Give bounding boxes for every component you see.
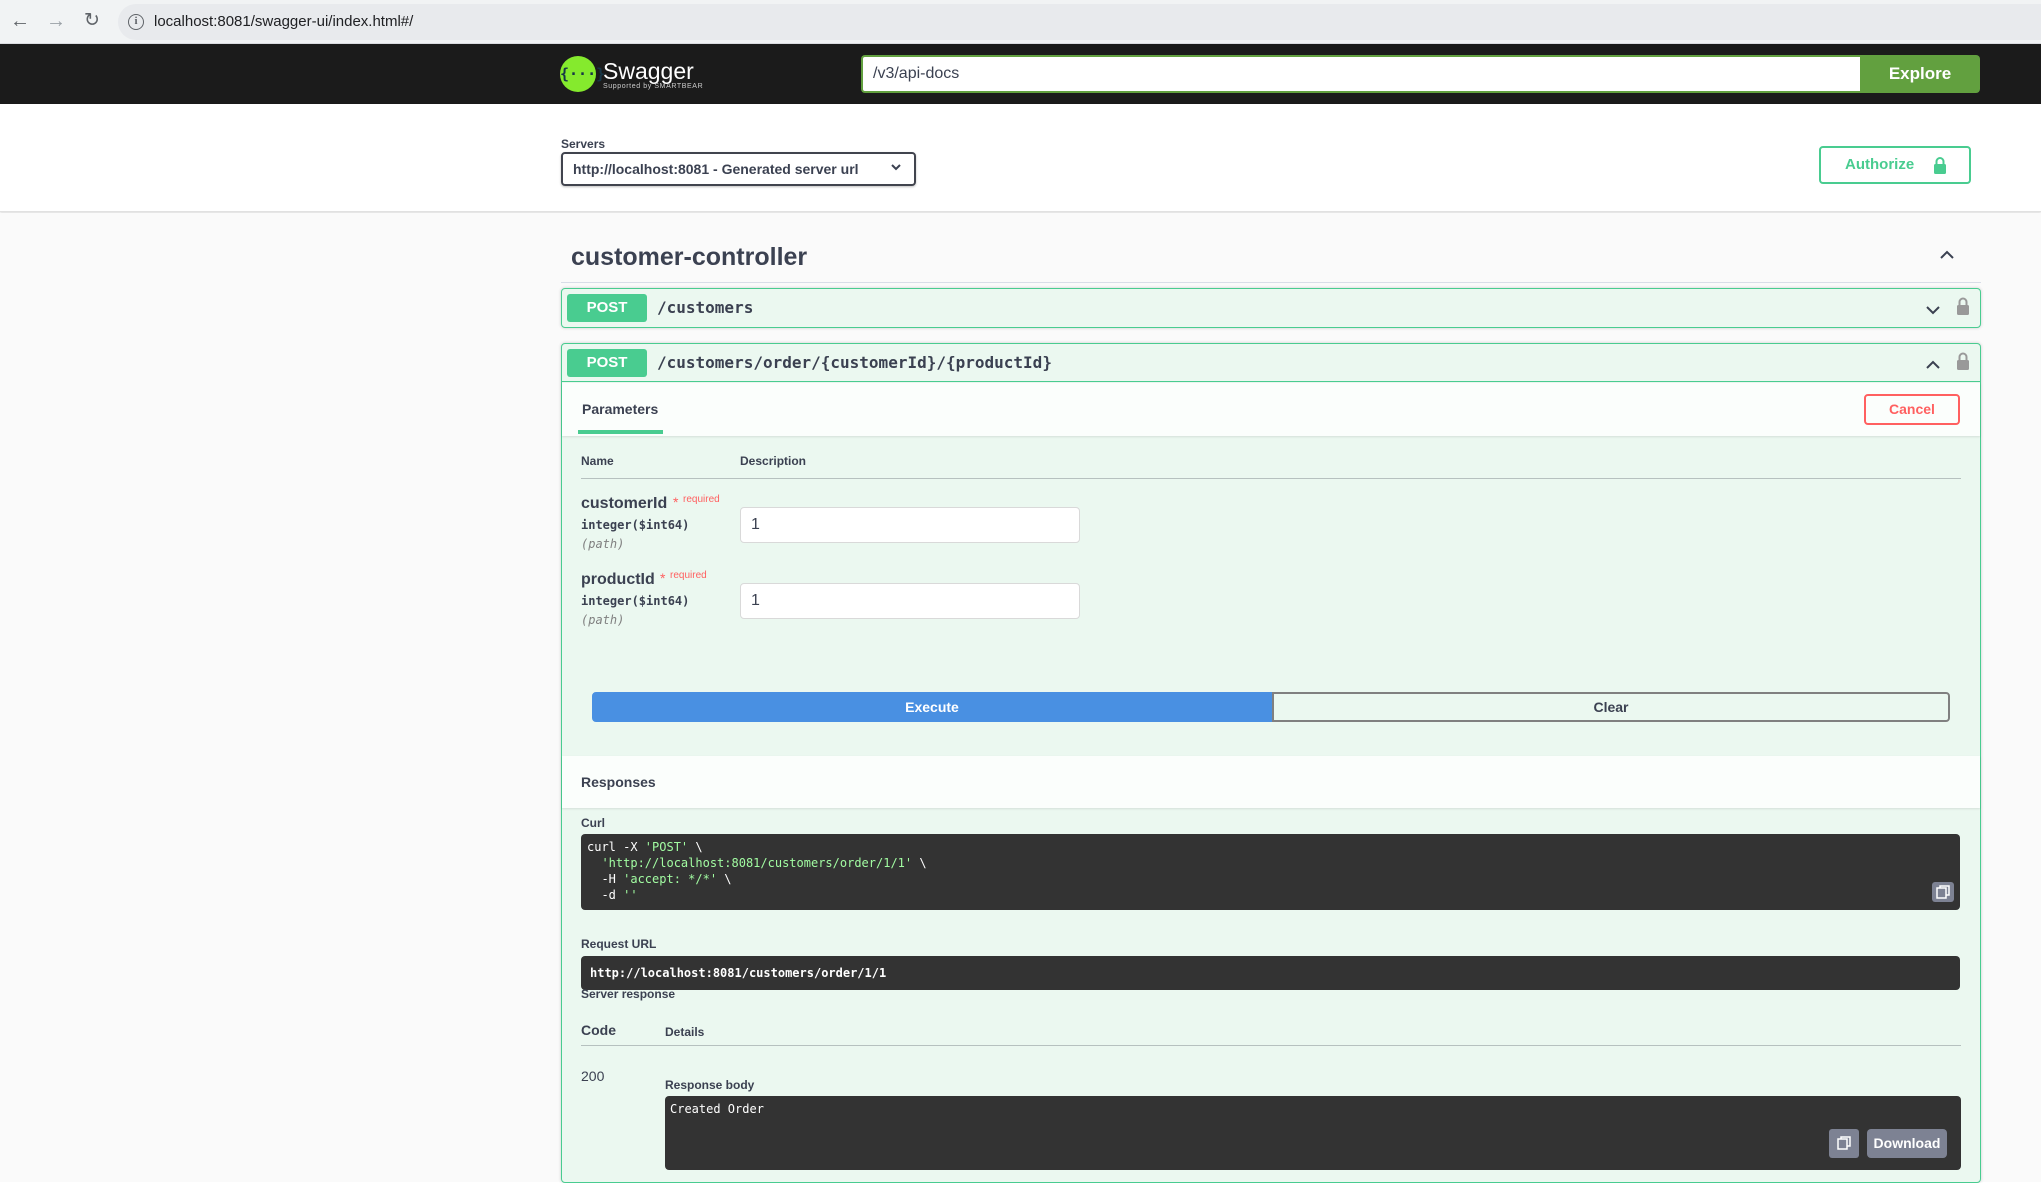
lock-icon[interactable] [1956,297,1970,315]
address-bar-url: localhost:8081/swagger-ui/index.html#/ [154,13,414,30]
back-arrow-icon[interactable]: ← [8,9,32,33]
param-name: productId [581,571,655,588]
column-description: Description [740,454,807,468]
copy-to-clipboard-icon[interactable] [1932,882,1954,902]
param-type: integer($int64) [581,518,690,532]
column-name: Name [581,454,614,468]
column-details: Details [665,1025,705,1039]
productid-input[interactable]: 1 [740,583,1080,619]
chevron-down-icon [890,154,902,184]
customerid-input[interactable]: 1 [740,507,1080,543]
operation-summary[interactable]: POST /customers [562,289,1980,327]
required-star: * [673,494,679,510]
response-body-block: Created Order Download [665,1096,1961,1170]
browser-toolbar: ← → ↻ i localhost:8081/swagger-ui/index.… [0,0,2041,44]
parameters-table-header: Name Description [581,454,1961,479]
operation-post-customer-order: POST /customers/order/{customerId}/{prod… [561,343,1981,1183]
swagger-logo-icon: {···} [560,56,605,92]
swagger-logo-sub: Supported by SMARTBEAR [603,82,704,90]
reload-icon[interactable]: ↻ [80,9,104,33]
main-content: customer-controller POST /customers POST… [0,213,2041,1183]
execute-button-group: Execute Clear [592,692,1950,722]
scheme-container: Servers http://localhost:8081 - Generate… [0,104,2041,212]
param-location: (path) [581,537,625,551]
param-location: (path) [581,613,625,627]
chevron-down-icon[interactable] [1925,302,1941,318]
server-response-label: Server response [581,987,676,1001]
swagger-logo[interactable]: {···} Swagger Supported by SMARTBEAR [560,53,703,95]
swagger-logo-name: Swagger [603,57,694,84]
servers-label: Servers [561,137,606,151]
lock-icon[interactable] [1956,352,1970,370]
copy-to-clipboard-icon[interactable] [1829,1129,1859,1158]
authorize-button[interactable]: Authorize [1819,146,1971,184]
chevron-up-icon[interactable] [1939,247,1955,263]
response-body-label: Response body [665,1078,755,1092]
method-badge: POST [567,349,647,377]
servers-selected-value: http://localhost:8081 - Generated server… [573,161,859,177]
request-url-value: http://localhost:8081/customers/order/1/… [581,956,1960,990]
swagger-topbar: {···} Swagger Supported by SMARTBEAR /v3… [0,44,2041,104]
download-button[interactable]: Download [1867,1129,1947,1158]
address-bar[interactable]: i localhost:8081/swagger-ui/index.html#/ [118,4,2041,40]
servers-select[interactable]: http://localhost:8081 - Generated server… [561,152,916,186]
required-label: required [670,570,707,581]
required-star: * [660,570,666,586]
method-badge: POST [567,294,647,322]
server-response-table-header: Code Details [581,1022,1961,1046]
responses-title: Responses [581,774,656,790]
execute-button[interactable]: Execute [592,692,1272,722]
curl-code-block: curl -X 'POST' \ 'http://localhost:8081/… [581,834,1960,910]
spec-url-input[interactable]: /v3/api-docs [861,55,1860,93]
operation-path: /customers [657,298,754,317]
column-code: Code [581,1022,616,1038]
responses-header: Responses [562,756,1980,808]
authorize-label: Authorize [1845,156,1915,173]
response-status-code: 200 [581,1068,605,1084]
response-body-text: Created Order [670,1102,764,1116]
lock-icon [1934,157,1946,174]
clear-button[interactable]: Clear [1272,692,1950,722]
parameters-header: Parameters Cancel [562,383,1980,436]
forward-arrow-icon[interactable]: → [44,9,68,33]
param-type: integer($int64) [581,594,690,608]
operation-post-customers: POST /customers [561,288,1981,328]
site-info-icon[interactable]: i [128,14,144,30]
operation-path: /customers/order/{customerId}/{productId… [657,353,1052,372]
tag-section-header[interactable]: customer-controller [561,233,1981,283]
required-label: required [683,494,720,505]
cancel-button[interactable]: Cancel [1864,394,1960,425]
curl-label: Curl [581,816,605,830]
operation-summary[interactable]: POST /customers/order/{customerId}/{prod… [562,344,1980,382]
explore-button[interactable]: Explore [1860,55,1980,93]
chevron-up-icon[interactable] [1925,357,1941,373]
tab-active-indicator [578,430,663,434]
tab-parameters[interactable]: Parameters [582,401,658,417]
request-url-label: Request URL [581,937,657,951]
tag-title: customer-controller [571,243,808,271]
param-name: customerId [581,495,668,512]
